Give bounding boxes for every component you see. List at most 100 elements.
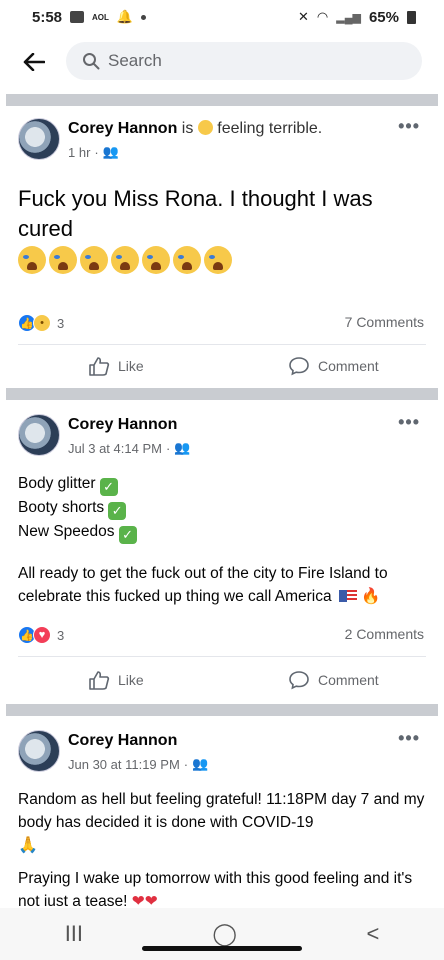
like-button[interactable]: Like: [88, 356, 144, 376]
avatar[interactable]: [18, 414, 60, 456]
feeling-prefix: is: [181, 120, 194, 137]
comment-button[interactable]: Comment: [288, 670, 379, 690]
sad-face-icon: [197, 120, 213, 135]
loudly-crying-emoji-icon: [49, 246, 77, 274]
post-time[interactable]: Jul 3 at 4:14 PM: [68, 441, 162, 456]
top-bar: Search: [0, 34, 444, 90]
post-card: Corey Hannon is feeling terrible. 1 hr ·…: [6, 106, 438, 388]
system-nav-bar: III ◯ <: [0, 908, 444, 960]
like-button[interactable]: Like: [88, 670, 144, 690]
post-meta: 1 hr · 👥: [68, 144, 119, 160]
mute-icon: ✕: [298, 9, 309, 24]
comment-icon: [289, 357, 309, 376]
like-label: Like: [118, 672, 144, 688]
feed-divider: [6, 94, 438, 106]
comment-icon: [289, 671, 309, 690]
search-icon: [83, 53, 100, 70]
signal-icon: ▂▄▆: [336, 11, 361, 24]
post-line: New Speedos ✓: [18, 520, 428, 544]
carrier-badge: AOL: [92, 12, 109, 22]
avatar[interactable]: [18, 730, 60, 772]
post-author[interactable]: Corey Hannon: [68, 416, 177, 434]
post-time[interactable]: 1 hr: [68, 145, 90, 160]
like-label: Like: [118, 358, 144, 374]
paragraph-text: All ready to get the fuck out of the cit…: [18, 565, 388, 605]
comments-count[interactable]: 7 Comments: [345, 314, 424, 330]
loudly-crying-emoji-icon: [173, 246, 201, 274]
loudly-crying-emoji-icon: [142, 246, 170, 274]
post-line: Body glitter ✓: [18, 472, 428, 496]
fire-icon: 🔥: [361, 588, 381, 605]
separator: [18, 344, 426, 345]
check-mark-icon: ✓: [118, 526, 137, 544]
post-line: Booty shorts ✓: [18, 496, 428, 520]
gesture-handle[interactable]: [142, 946, 302, 951]
status-bar: 5:58 AOL 🔔 ✕ ◠ ▂▄▆ 65%: [0, 0, 444, 34]
avatar[interactable]: [18, 118, 60, 160]
thumbs-up-icon: [89, 671, 110, 690]
comment-label: Comment: [318, 358, 379, 374]
post-paragraph: Praying I wake up tomorrow with this goo…: [18, 867, 428, 913]
separator: [18, 656, 426, 657]
search-placeholder: Search: [108, 51, 162, 70]
arrow-left-icon: [23, 53, 45, 71]
line-text: Body glitter: [18, 475, 96, 492]
loudly-crying-emoji-icon: [204, 246, 232, 274]
friends-icon: 👥: [174, 440, 191, 455]
reaction-summary[interactable]: 👍 • 3: [18, 314, 64, 332]
love-reaction-icon: ♥: [33, 626, 51, 644]
post-text: Random as hell but feeling grateful! 11:…: [18, 788, 428, 913]
recent-apps-button[interactable]: III: [65, 921, 83, 947]
thumbs-up-icon: [89, 357, 110, 376]
reaction-summary[interactable]: 👍 ♥ 3: [18, 626, 64, 644]
post-meta: Jun 30 at 11:19 PM · 👥: [68, 756, 209, 772]
battery-icon: [407, 10, 416, 24]
author-name[interactable]: Corey Hannon: [68, 120, 177, 137]
status-time: 5:58: [32, 8, 63, 26]
more-options-button[interactable]: •••: [398, 728, 420, 749]
facebook-screen: 5:58 AOL 🔔 ✕ ◠ ▂▄▆ 65% Search Corey Hann…: [0, 0, 444, 960]
post-card: Corey Hannon Jun 30 at 11:19 PM · 👥 ••• …: [6, 716, 438, 910]
sad-reaction-icon: •: [33, 314, 51, 332]
loudly-crying-emoji-icon: [18, 246, 46, 274]
paragraph-text: Praying I wake up tomorrow with this goo…: [18, 870, 413, 910]
more-options-button[interactable]: •••: [398, 412, 420, 433]
back-button[interactable]: [16, 44, 52, 80]
reaction-count: 3: [57, 315, 65, 331]
friends-icon: 👥: [192, 756, 209, 771]
friends-icon: 👥: [102, 144, 119, 159]
paragraph-text: Random as hell but feeling grateful! 11:…: [18, 791, 425, 831]
post-paragraph: All ready to get the fuck out of the cit…: [18, 562, 428, 608]
dot-icon: [141, 14, 147, 20]
post-card: Corey Hannon Jul 3 at 4:14 PM · 👥 ••• Bo…: [6, 400, 438, 702]
battery-level: 65%: [368, 8, 399, 26]
post-meta: Jul 3 at 4:14 PM · 👥: [68, 440, 191, 456]
line-text: Booty shorts: [18, 499, 105, 516]
system-back-button[interactable]: <: [366, 921, 379, 947]
post-author[interactable]: Corey Hannon is feeling terrible.: [68, 120, 322, 138]
more-options-button[interactable]: •••: [398, 116, 420, 137]
post-paragraph: Random as hell but feeling grateful! 11:…: [18, 788, 428, 834]
home-button[interactable]: ◯: [212, 921, 237, 947]
notification-bell-icon: 🔔: [116, 9, 134, 24]
comments-count[interactable]: 2 Comments: [345, 626, 424, 642]
check-mark-icon: ✓: [108, 502, 127, 520]
post-body: Fuck you Miss Rona. I thought I was cure…: [18, 186, 373, 241]
feed-divider: [6, 388, 438, 400]
comment-button[interactable]: Comment: [288, 356, 379, 376]
check-mark-icon: ✓: [99, 478, 118, 496]
post-author[interactable]: Corey Hannon: [68, 732, 177, 750]
line-text: New Speedos: [18, 523, 115, 540]
post-time[interactable]: Jun 30 at 11:19 PM: [68, 757, 180, 772]
search-input[interactable]: Search: [66, 42, 422, 80]
loudly-crying-emoji-icon: [111, 246, 139, 274]
crying-emoji-row: [18, 246, 428, 274]
loudly-crying-emoji-icon: [80, 246, 108, 274]
wifi-icon: ◠: [316, 9, 329, 24]
post-text: Body glitter ✓ Booty shorts ✓ New Speedos ✓…: [18, 472, 428, 608]
chat-icon: [70, 11, 85, 23]
comment-label: Comment: [318, 672, 379, 688]
feed-divider: [6, 704, 438, 716]
reaction-count: 3: [57, 627, 65, 643]
feeling-text: feeling terrible.: [217, 120, 323, 137]
